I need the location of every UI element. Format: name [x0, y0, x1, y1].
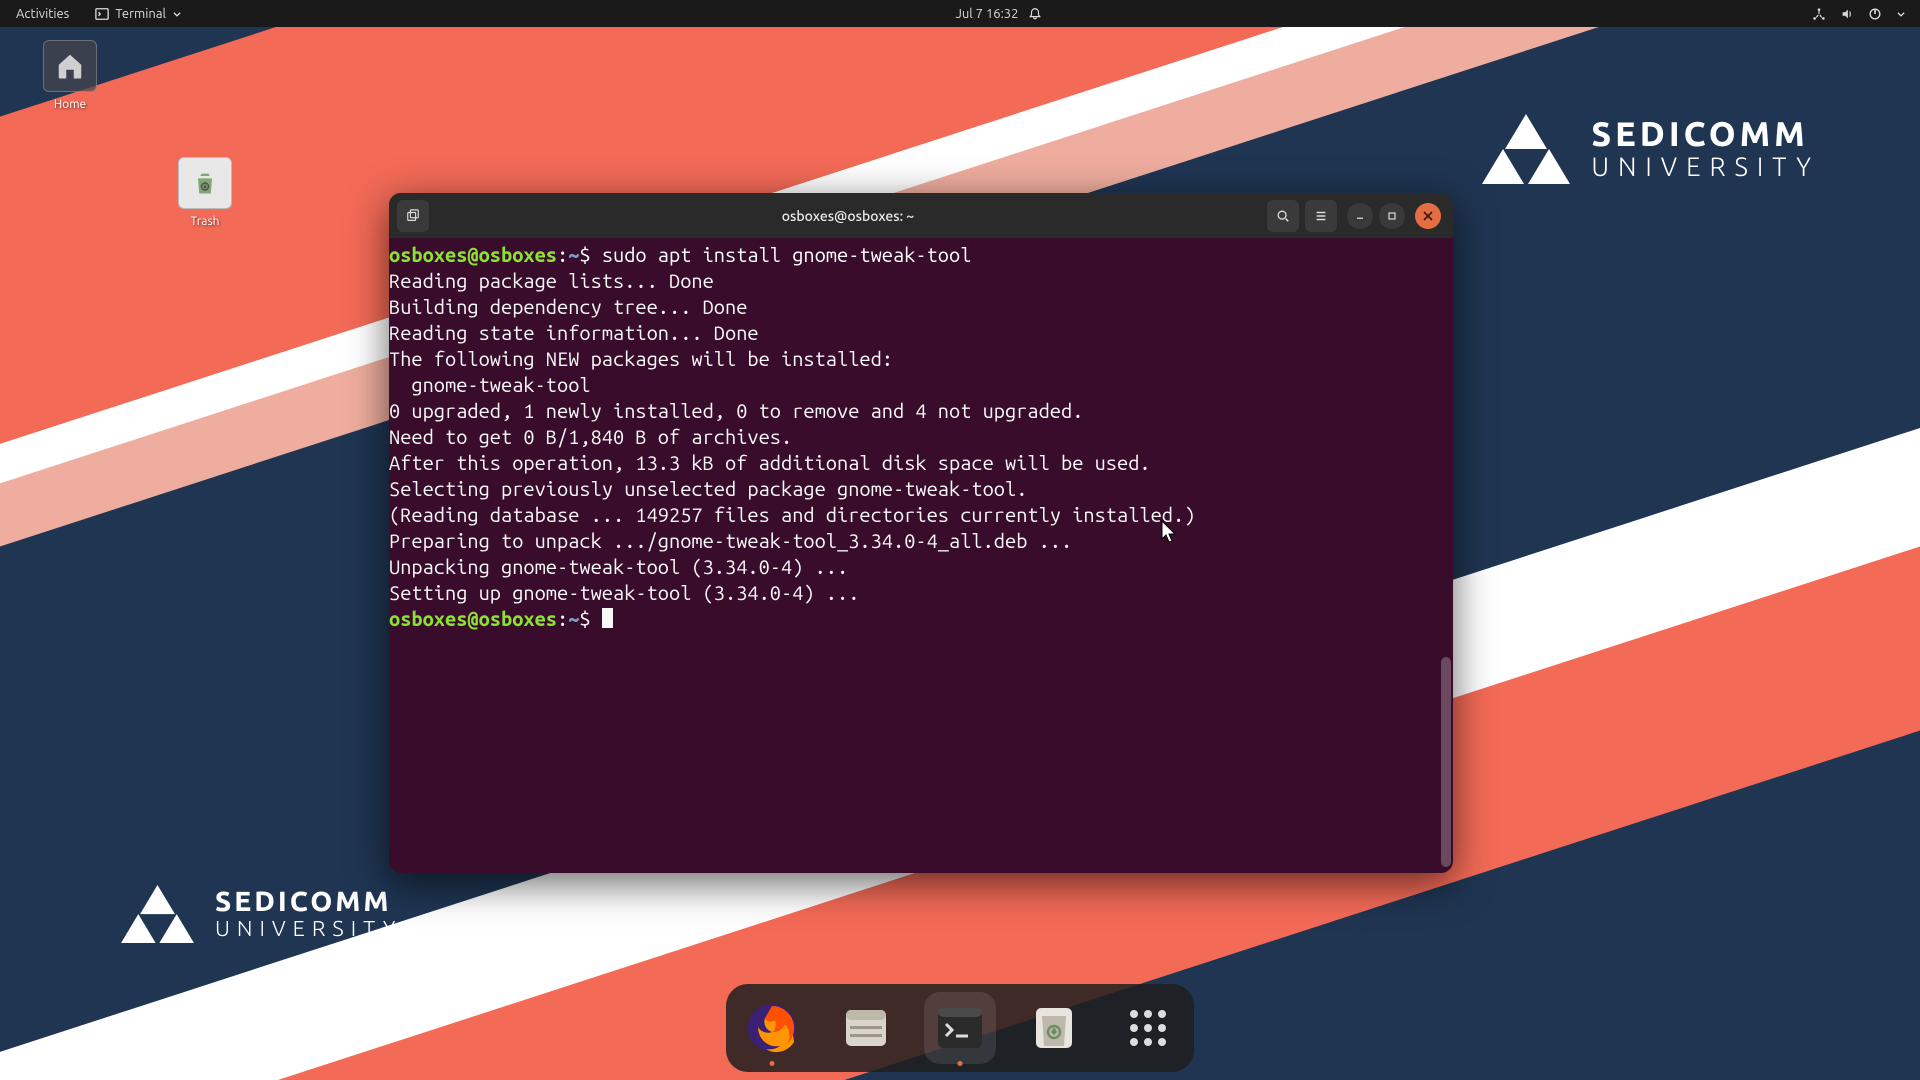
dock-show-apps[interactable] — [1112, 992, 1184, 1064]
brand-line1: SEDICOMM — [1591, 116, 1820, 153]
desktop-icon-label: Home — [54, 98, 86, 111]
brand-mark-icon — [1481, 114, 1571, 184]
brand-logo-top: SEDICOMM UNIVERSITY — [1481, 114, 1820, 184]
power-icon[interactable] — [1868, 7, 1882, 21]
app-menu-button[interactable]: Terminal — [91, 5, 186, 23]
home-folder-icon — [43, 40, 97, 92]
desktop-home-icon[interactable]: Home — [30, 40, 110, 111]
terminal-window: osboxes@osboxes: ~ osboxes@osboxes:~$ su… — [389, 193, 1453, 873]
new-tab-button[interactable] — [397, 200, 429, 232]
clock-label[interactable]: Jul 7 16:32 — [955, 7, 1018, 21]
terminal-icon — [934, 1002, 986, 1054]
trash-icon — [1028, 1002, 1080, 1054]
maximize-icon — [1386, 210, 1398, 222]
desktop-icon-label: Trash — [190, 215, 219, 228]
search-button[interactable] — [1267, 200, 1299, 232]
terminal-app-icon — [95, 7, 109, 21]
brand-line2: UNIVERSITY — [1591, 153, 1820, 182]
search-icon — [1276, 209, 1290, 223]
app-menu-label: Terminal — [115, 7, 166, 21]
brand-mark-icon — [120, 885, 195, 943]
notification-bell-icon[interactable] — [1028, 7, 1042, 21]
dock-terminal[interactable] — [924, 992, 996, 1064]
terminal-body[interactable]: osboxes@osboxes:~$ sudo apt install gnom… — [389, 238, 1453, 632]
apps-grid-icon — [1122, 1002, 1174, 1054]
chevron-down-icon — [172, 9, 182, 19]
maximize-button[interactable] — [1379, 203, 1405, 229]
minimize-button[interactable] — [1347, 203, 1373, 229]
terminal-titlebar[interactable]: osboxes@osboxes: ~ — [389, 193, 1453, 238]
hamburger-menu-button[interactable] — [1305, 200, 1337, 232]
firefox-icon — [746, 1002, 798, 1054]
files-icon — [840, 1002, 892, 1054]
terminal-title: osboxes@osboxes: ~ — [435, 208, 1261, 224]
brand-logo-bottom: SEDICOMM UNIVERSITY — [120, 885, 402, 943]
chevron-down-icon[interactable] — [1896, 9, 1906, 19]
desktop-trash-icon[interactable]: Trash — [165, 157, 245, 228]
network-icon[interactable] — [1812, 7, 1826, 21]
brand-line1: SEDICOMM — [215, 887, 402, 918]
dock-waste-basket[interactable] — [1018, 992, 1090, 1064]
minimize-icon — [1354, 210, 1366, 222]
hamburger-icon — [1314, 209, 1328, 223]
terminal-scrollbar[interactable] — [1441, 657, 1451, 867]
dock — [726, 984, 1194, 1072]
close-icon — [1423, 211, 1433, 221]
brand-line2: UNIVERSITY — [215, 917, 402, 941]
dock-files[interactable] — [830, 992, 902, 1064]
close-button[interactable] — [1415, 203, 1441, 229]
dock-firefox[interactable] — [736, 992, 808, 1064]
mouse-cursor-icon — [1161, 520, 1179, 546]
trash-can-icon — [178, 157, 232, 209]
top-bar: Activities Terminal Jul 7 16:32 — [0, 0, 1920, 27]
activities-button[interactable]: Activities — [12, 5, 73, 23]
volume-icon[interactable] — [1840, 7, 1854, 21]
